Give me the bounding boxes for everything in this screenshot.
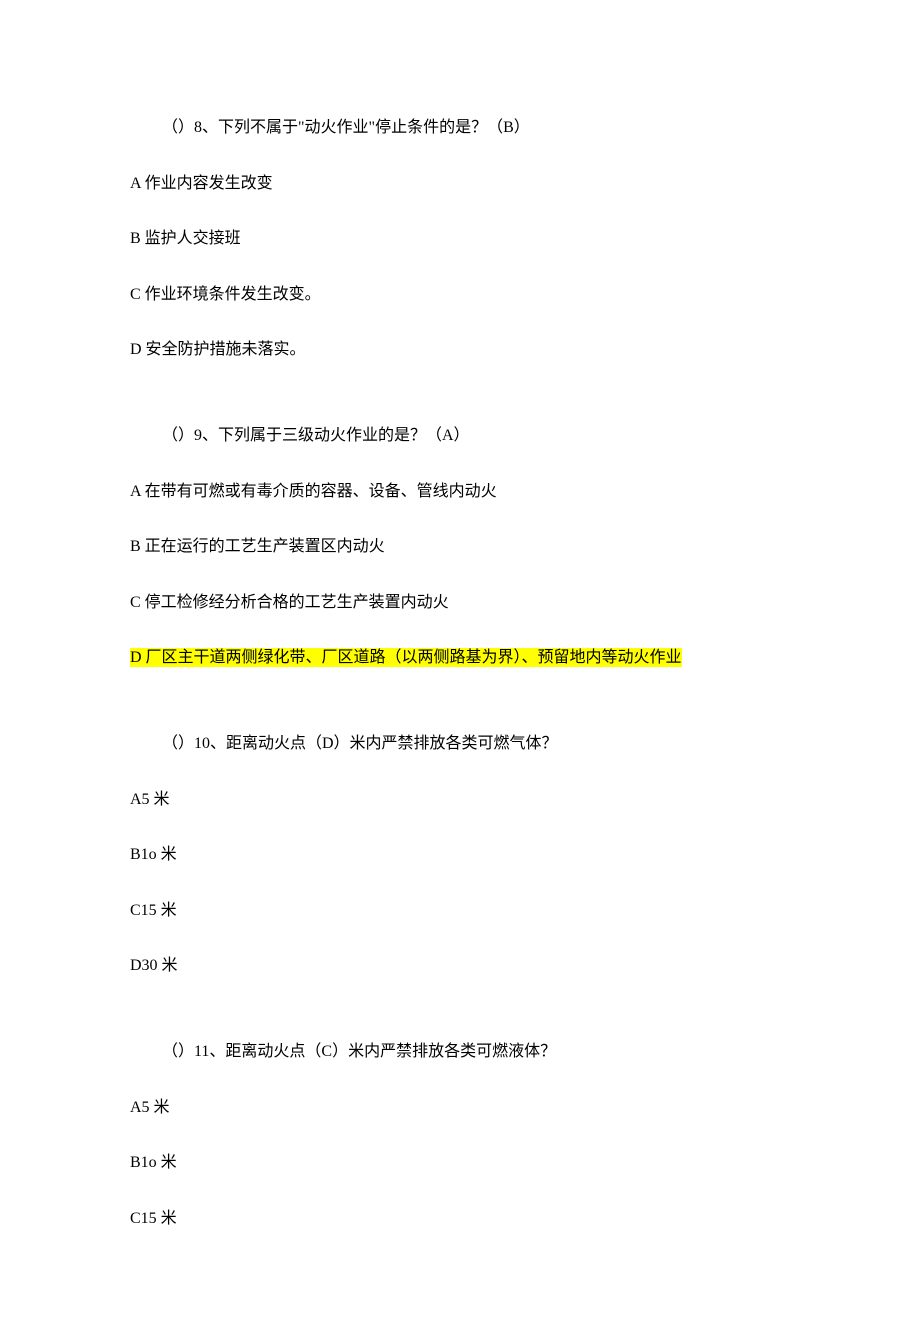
question-11-option-b: B1o 米	[130, 1150, 790, 1176]
question-8-stem: （）8、下列不属于"动火作业"停止条件的是？（B）	[130, 115, 790, 141]
question-9-option-d-highlight: D 厂区主干道两侧绿化带、厂区道路（以两侧路基为界）、预留地内等动火作业	[130, 645, 790, 671]
question-10-option-a: A5 米	[130, 787, 790, 813]
highlight-span: D 厂区主干道两侧绿化带、厂区道路（以两侧路基为界）、预留地内等动火作业	[130, 648, 682, 667]
document-page: （）8、下列不属于"动火作业"停止条件的是？（B） A 作业内容发生改变 B 监…	[0, 0, 920, 1321]
question-8-option-d: D 安全防护措施未落实。	[130, 337, 790, 363]
question-9-option-c: C 停工检修经分析合格的工艺生产装置内动火	[130, 590, 790, 616]
question-8-option-c: C 作业环境条件发生改变。	[130, 282, 790, 308]
question-10-stem: （）10、距离动火点（D）米内严禁排放各类可燃气体？	[130, 731, 790, 757]
question-8-option-a: A 作业内容发生改变	[130, 171, 790, 197]
question-10-option-c: C15 米	[130, 898, 790, 924]
question-9-option-b: B 正在运行的工艺生产装置区内动火	[130, 534, 790, 560]
question-11-option-a: A5 米	[130, 1095, 790, 1121]
question-9-option-a: A 在带有可燃或有毒介质的容器、设备、管线内动火	[130, 479, 790, 505]
question-9-stem: （）9、下列属于三级动火作业的是？（A）	[130, 423, 790, 449]
question-10-option-d: D30 米	[130, 953, 790, 979]
question-11-stem: （）11、距离动火点（C）米内严禁排放各类可燃液体？	[130, 1039, 790, 1065]
question-11-option-c: C15 米	[130, 1206, 790, 1232]
question-8-option-b: B 监护人交接班	[130, 226, 790, 252]
question-10-option-b: B1o 米	[130, 842, 790, 868]
